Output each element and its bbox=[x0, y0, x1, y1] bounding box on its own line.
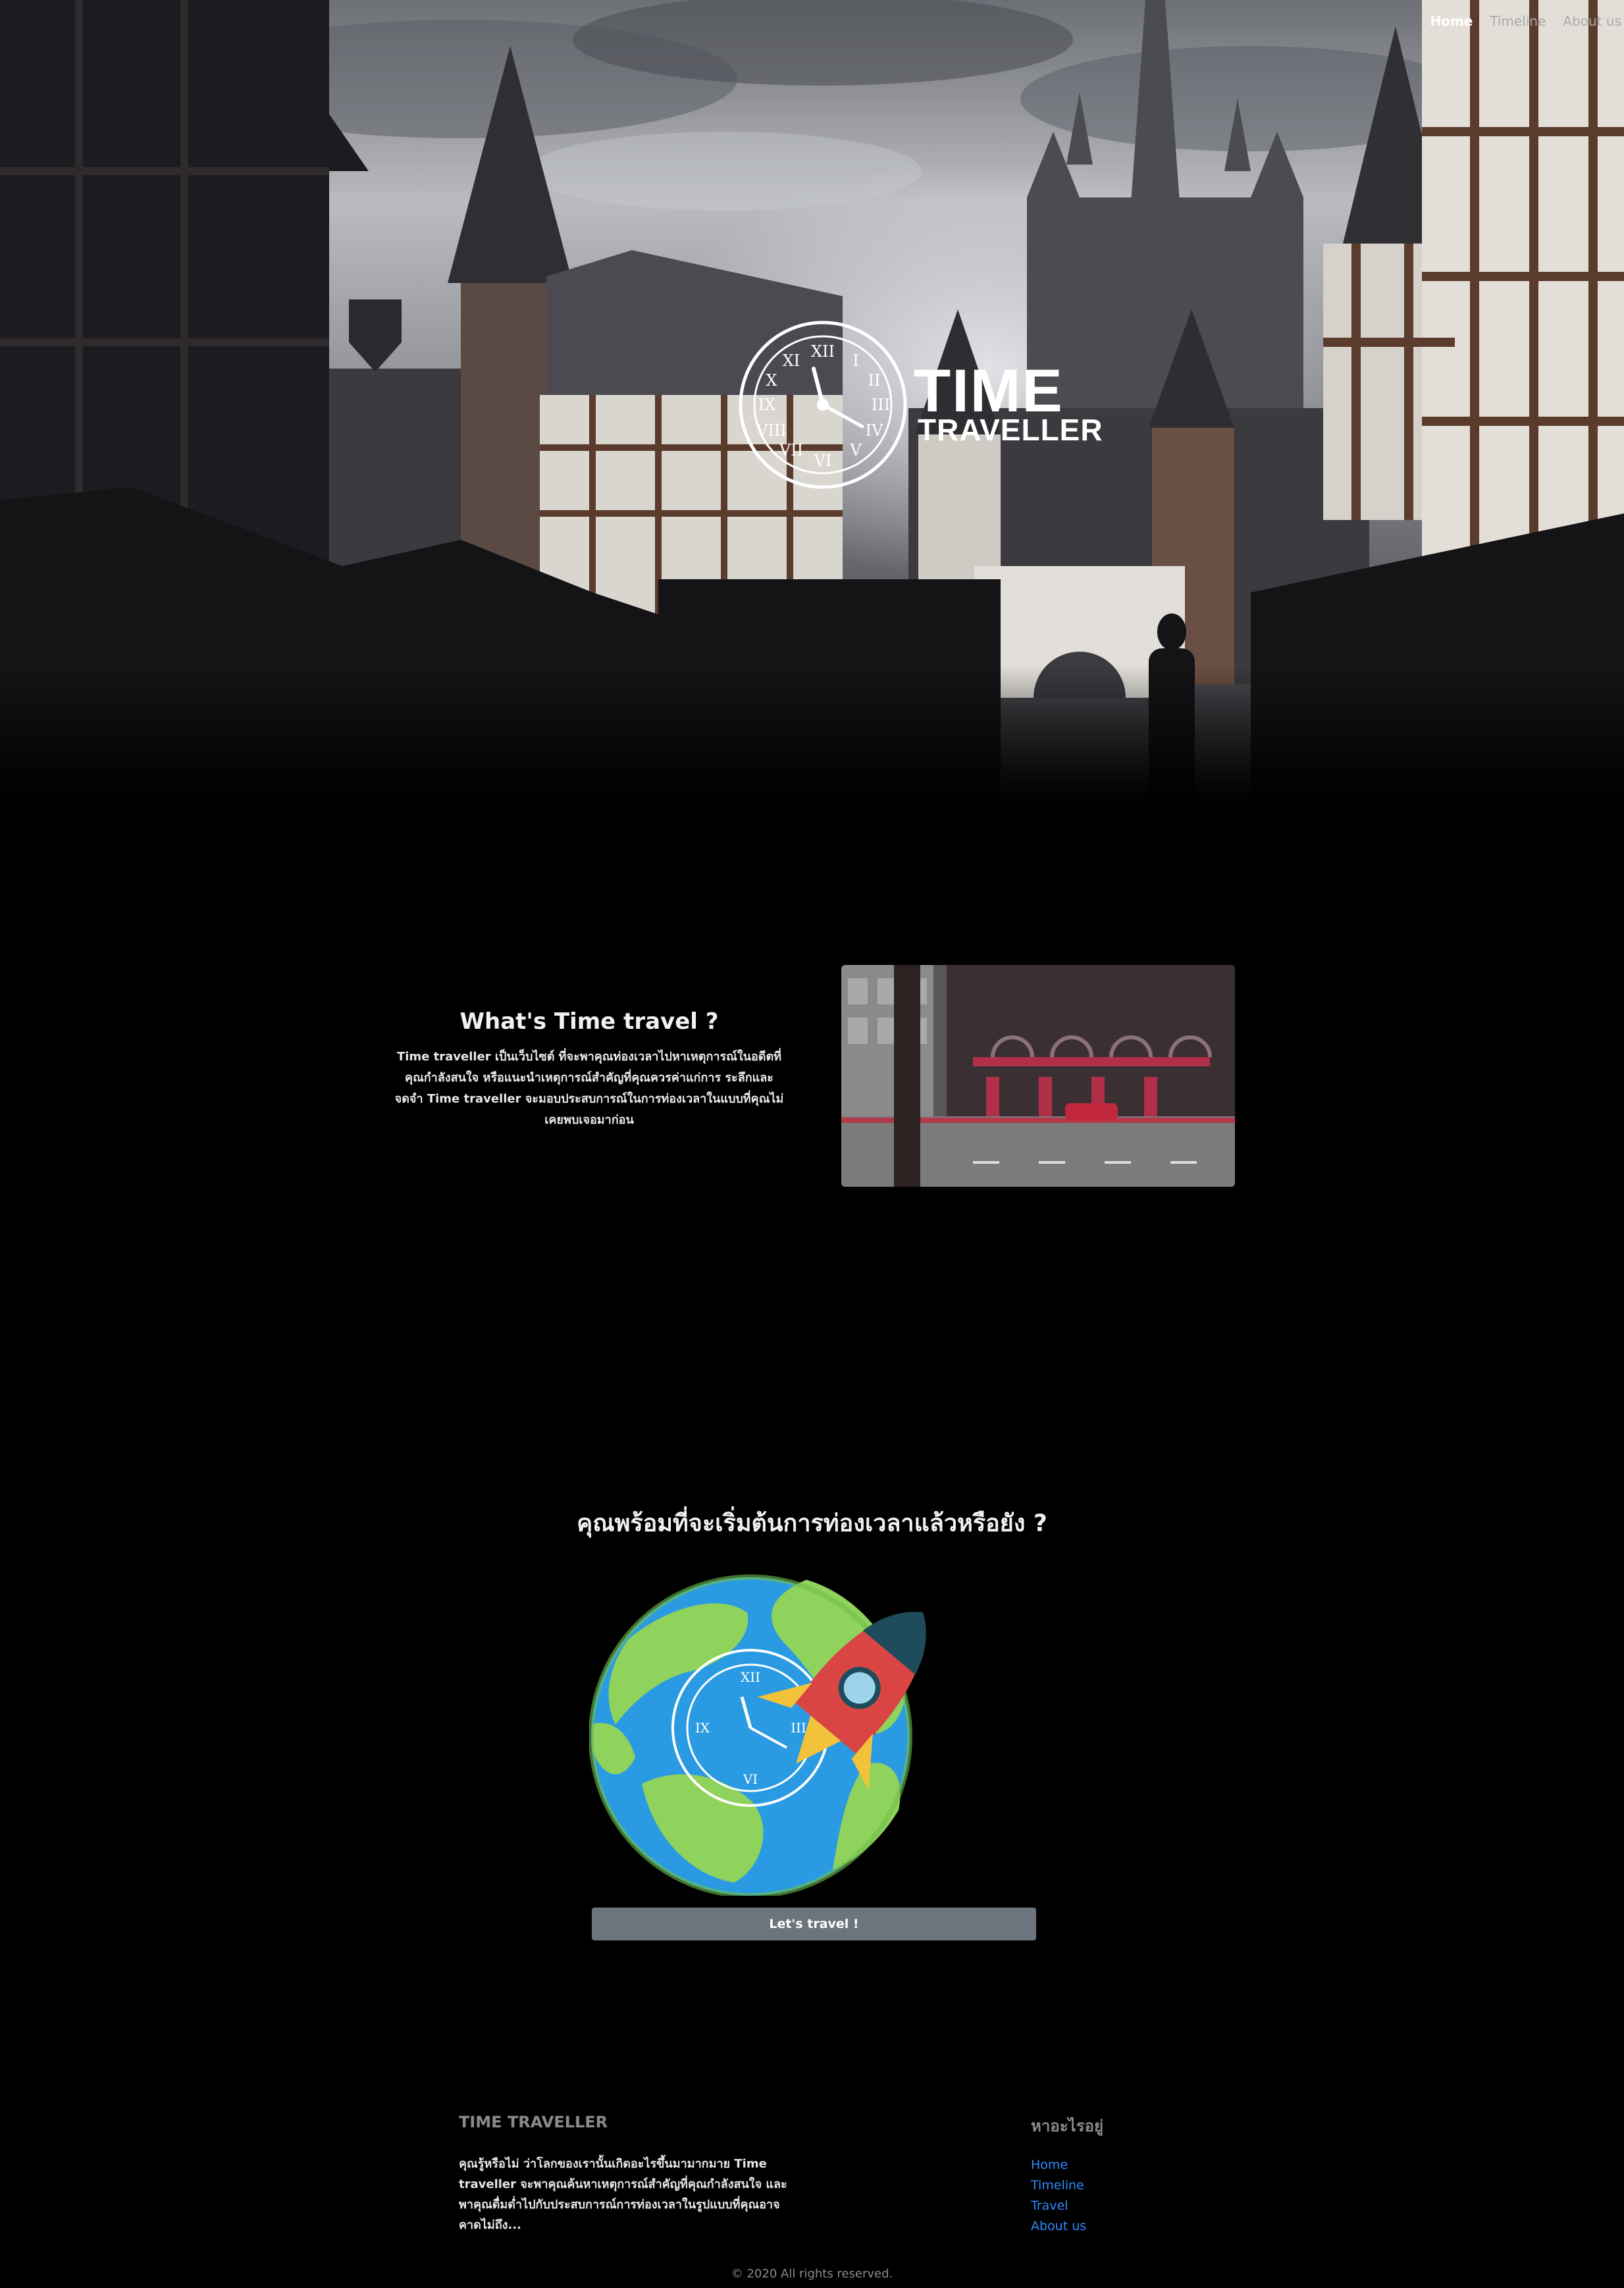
globe-clock-rocket-illustration: XII III VI IX bbox=[589, 1567, 945, 1898]
svg-text:VI: VI bbox=[814, 452, 832, 470]
svg-text:III: III bbox=[872, 396, 890, 414]
svg-text:IX: IX bbox=[758, 396, 776, 414]
lets-travel-button[interactable]: Let's travel ! bbox=[592, 1908, 1036, 1940]
site-logo: XII I II III IV V VI VII VIII IX X XI TI… bbox=[731, 316, 1103, 494]
footer-description: คุณรู้หรือไม่ ว่าโลกของเรานั้นเกิดอะไรขึ… bbox=[459, 2157, 787, 2232]
city-street-photo bbox=[841, 965, 1235, 1187]
logo-subtitle: TRAVELLER bbox=[918, 413, 1103, 447]
nav-link-home[interactable]: Home bbox=[1430, 13, 1473, 29]
footer-links-title: หาอะไรอยู่ bbox=[1031, 2117, 1104, 2135]
svg-text:X: X bbox=[766, 371, 777, 390]
svg-text:III: III bbox=[791, 1720, 806, 1736]
nav-link-timeline[interactable]: Timeline bbox=[1490, 13, 1546, 29]
svg-text:I: I bbox=[852, 351, 858, 370]
about-heading: What's Time travel ? bbox=[459, 1008, 719, 1035]
svg-text:XII: XII bbox=[741, 1669, 760, 1685]
svg-text:VII: VII bbox=[779, 441, 803, 459]
top-navigation: Home Timeline About us bbox=[1430, 13, 1624, 29]
hero-banner: Home Timeline About us XII I II III IV V… bbox=[0, 0, 1624, 810]
svg-text:V: V bbox=[849, 441, 862, 459]
svg-text:IX: IX bbox=[695, 1720, 710, 1736]
hero-bottom-fade bbox=[0, 665, 1624, 810]
svg-text:XI: XI bbox=[783, 351, 800, 370]
footer-brand: TIME TRAVELLER bbox=[459, 2113, 608, 2131]
copyright-text: © 2020 All rights reserved. bbox=[731, 2267, 893, 2281]
about-description: Time traveller เป็นเว็บไซต์ ที่จะพาคุณท่… bbox=[394, 1050, 784, 1127]
footer-link-timeline[interactable]: Timeline bbox=[1031, 2178, 1084, 2193]
svg-text:II: II bbox=[868, 371, 881, 390]
footer-link-travel[interactable]: Travel bbox=[1031, 2198, 1068, 2213]
clock-icon: XII I II III IV V VI VII VIII IX X XI bbox=[739, 321, 907, 489]
footer-link-about-us[interactable]: About us bbox=[1031, 2219, 1086, 2233]
svg-text:IV: IV bbox=[866, 421, 883, 440]
footer-link-home[interactable]: Home bbox=[1031, 2158, 1068, 2172]
cta-heading: คุณพร้อมที่จะเริ่มต้นการท่องเวลาแล้วหรือ… bbox=[577, 1510, 1047, 1537]
svg-text:VI: VI bbox=[743, 1771, 758, 1787]
svg-text:XII: XII bbox=[811, 342, 835, 361]
svg-text:VIII: VIII bbox=[756, 421, 787, 440]
nav-link-about-us[interactable]: About us bbox=[1563, 13, 1621, 29]
footer-links-list: Home Timeline Travel About us bbox=[1031, 2155, 1086, 2237]
